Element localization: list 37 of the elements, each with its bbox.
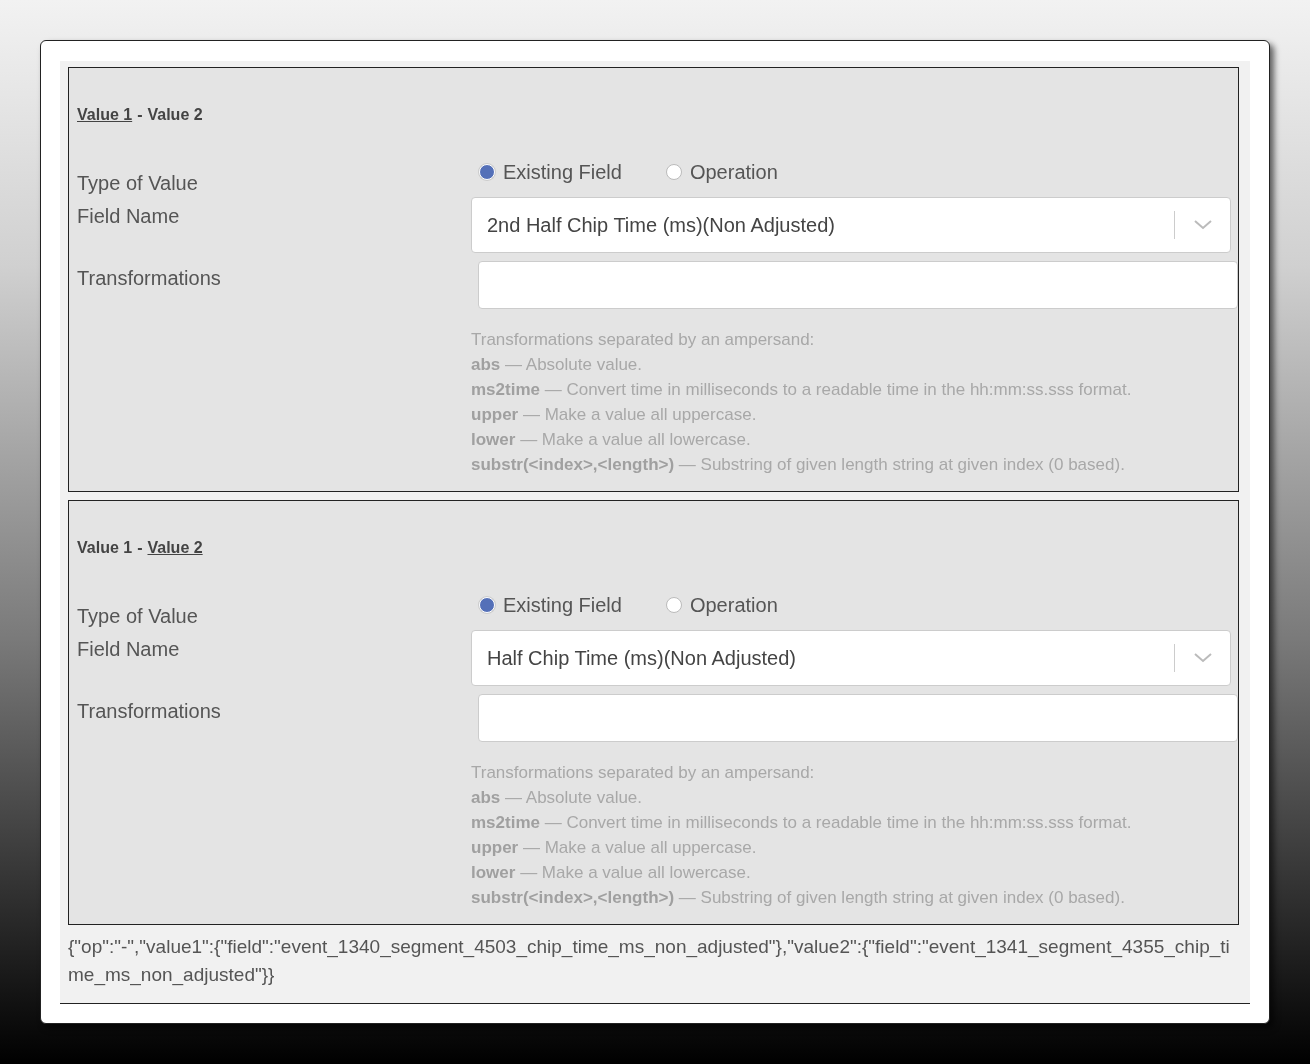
separator-text: - — [137, 106, 143, 125]
chevron-icon — [1193, 653, 1212, 663]
type-label: Type of Value — [77, 604, 199, 628]
radio-label[interactable]: Existing Field — [503, 593, 622, 617]
help-text: lower — Make a value all lowercase. — [471, 862, 752, 884]
field-label: Field Name — [77, 637, 181, 662]
help-text: substr(<index>,<length>) — Substring of given length string at given index (0 based). — [471, 454, 1126, 476]
help-text: lower — Make a value all lowercase. — [471, 429, 752, 451]
help-text: ms2time — Convert time in milliseconds to a readable time in the hh:mm:ss.sss format. — [471, 379, 1133, 401]
json-output: {"op":"-","value1":{"field":"event_1340_segment_4503_chip_time_ms_non_adjusted"},"value2":{"field":"event_1341_segment_4355_chip_time_ms_non_adjusted"}} — [68, 935, 1231, 988]
value-tab[interactable]: Value 2 — [147, 539, 203, 563]
radio-label[interactable]: Existing Field — [503, 160, 622, 184]
separator-text: - — [137, 539, 143, 558]
field-select[interactable]: Half Chip Time (ms)(Non Adjusted) — [471, 630, 1231, 686]
type-label: Type of Value — [77, 171, 199, 195]
field-label: Field Name — [77, 204, 181, 229]
value-tab[interactable]: Value 1 — [77, 539, 133, 563]
help-text: ms2time — Convert time in milliseconds to a readable time in the hh:mm:ss.sss format. — [471, 812, 1133, 834]
chevron-icon — [1193, 220, 1212, 230]
transformations-label: Transformations — [77, 266, 222, 291]
help-text: Transformations separated by an ampersand: — [471, 762, 816, 784]
radio-label[interactable]: Operation — [689, 160, 778, 184]
help-text: upper — Make a value all uppercase. — [471, 404, 758, 426]
radio-button[interactable] — [665, 597, 682, 613]
radio-button[interactable] — [665, 164, 682, 180]
transformations-label: Transformations — [77, 699, 222, 724]
help-text: abs — Absolute value. — [471, 787, 644, 809]
transformations-field[interactable] — [478, 261, 1238, 309]
help-text: substr(<index>,<length>) — Substring of given length string at given index (0 based). — [471, 887, 1126, 909]
radio-label[interactable]: Operation — [689, 593, 778, 617]
value-tab[interactable]: Value 1 — [77, 106, 133, 130]
help-text: abs — Absolute value. — [471, 354, 644, 376]
value-tab[interactable]: Value 2 — [147, 106, 203, 130]
transformations-field[interactable] — [478, 694, 1238, 742]
help-text: Transformations separated by an ampersand: — [471, 329, 816, 351]
help-text: upper — Make a value all uppercase. — [471, 837, 758, 859]
field-select[interactable]: 2nd Half Chip Time (ms)(Non Adjusted) — [471, 197, 1231, 253]
